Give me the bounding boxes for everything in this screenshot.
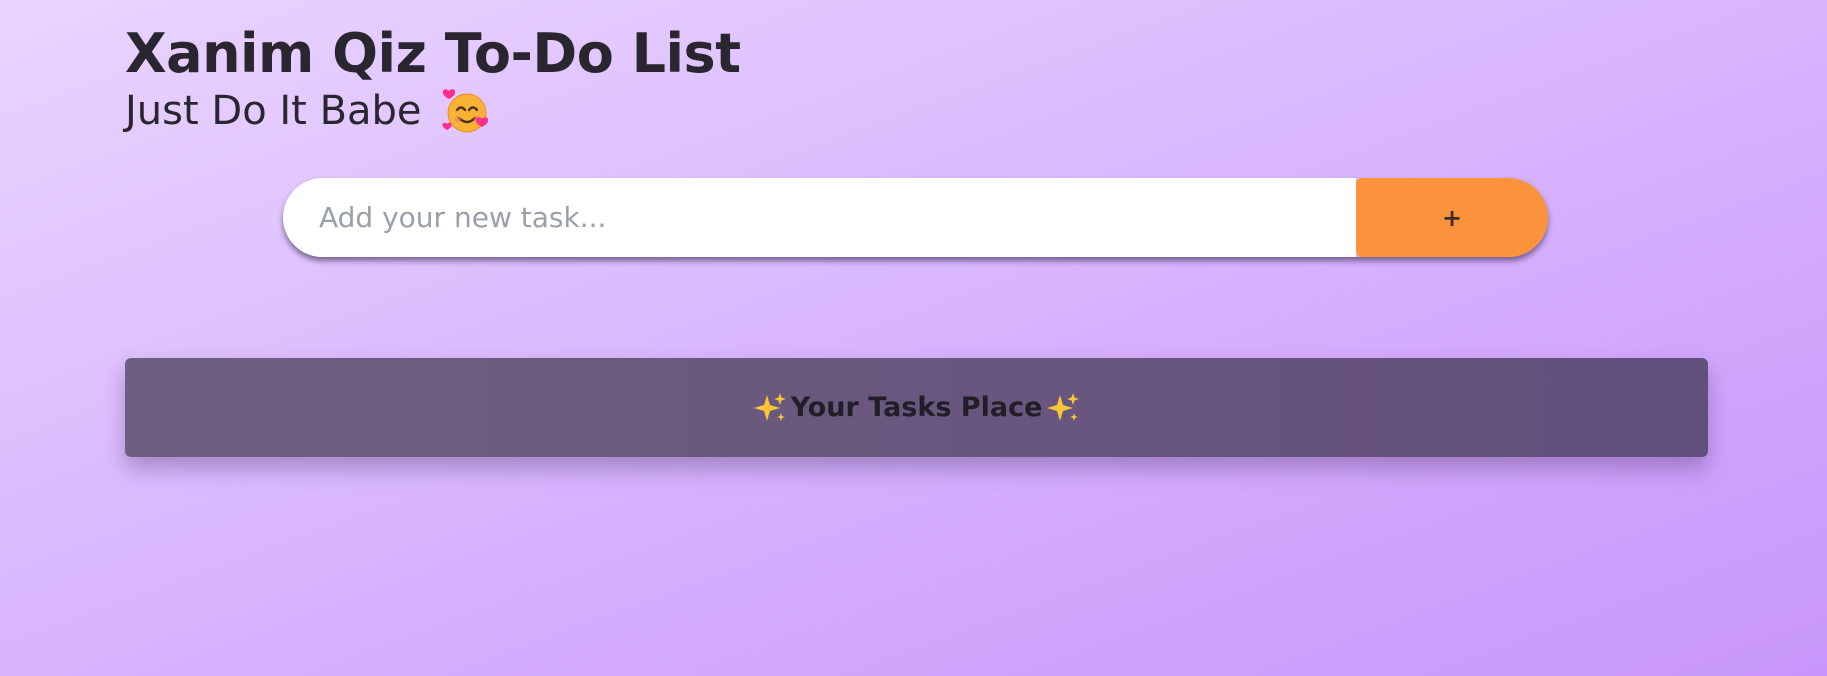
sparkles-icon <box>1046 391 1080 425</box>
add-task-button[interactable]: + <box>1356 178 1548 257</box>
new-task-input[interactable] <box>283 178 1356 257</box>
page-title: Xanim Qiz To-Do List <box>125 22 741 85</box>
header: Xanim Qiz To-Do List Just Do It Babe <box>125 22 741 136</box>
smiling-face-with-hearts-icon <box>440 86 490 136</box>
subtitle-text: Just Do It Babe <box>125 88 422 134</box>
sparkles-icon <box>753 391 787 425</box>
add-task-form: + <box>283 178 1548 257</box>
page-subtitle: Just Do It Babe <box>125 86 741 136</box>
tasks-panel-title: Your Tasks Place <box>753 391 1081 425</box>
tasks-panel: Your Tasks Place <box>125 358 1708 457</box>
tasks-panel-title-text: Your Tasks Place <box>790 392 1043 423</box>
